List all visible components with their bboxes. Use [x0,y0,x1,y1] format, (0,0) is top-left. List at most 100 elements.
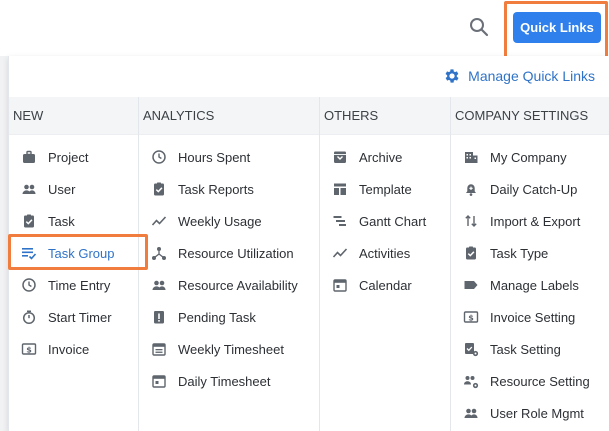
quick-link-daily-timesheet[interactable]: Daily Timesheet [139,365,319,397]
quick-link-daily-catch-up[interactable]: Daily Catch-Up [451,173,609,205]
quick-link-invoice[interactable]: $ Invoice [9,333,138,365]
quick-link-template[interactable]: Template [320,173,450,205]
quick-link-time-entry[interactable]: Time Entry [9,269,138,301]
column-title: NEW [9,97,138,135]
manage-quick-links-label: Manage Quick Links [468,68,595,84]
quick-link-label: Task Reports [178,181,254,197]
column-others: OTHERS Archive Template Gantt Chart Activit… [320,97,451,431]
quick-link-import-export[interactable]: Import & Export [451,205,609,237]
quick-link-label: Task [48,213,75,229]
list-check-icon [21,245,37,261]
quick-link-resource-utilization[interactable]: Resource Utilization [139,237,319,269]
quick-link-invoice-setting[interactable]: $ Invoice Setting [451,301,609,333]
quick-link-label: Gantt Chart [359,213,427,229]
quick-link-user[interactable]: User [9,173,138,205]
quick-link-my-company[interactable]: My Company [451,141,609,173]
quick-link-label: Invoice [48,341,90,357]
top-bar: Quick Links [0,0,609,62]
quick-link-start-timer[interactable]: Start Timer [9,301,138,333]
archive-icon [332,149,348,165]
alert-clipboard-icon [151,309,167,325]
quick-link-label: Activities [359,245,411,261]
quick-link-calendar[interactable]: Calendar [320,269,450,301]
column-title: COMPANY SETTINGS [451,97,609,135]
building-icon [463,149,479,165]
quick-link-task[interactable]: Task [9,205,138,237]
quick-link-resource-availability[interactable]: Resource Availability [139,269,319,301]
quick-link-task-group[interactable]: Task Group [8,234,148,270]
quick-link-task-reports[interactable]: Task Reports [139,173,319,205]
clock-icon [151,149,167,165]
quick-link-label: User Role Mgmt [490,405,584,421]
briefcase-icon [21,149,37,165]
quick-link-label: Pending Task [178,309,256,325]
quick-link-label: Daily Catch-Up [490,181,578,197]
stopwatch-icon [21,309,37,325]
quick-link-label: Hours Spent [178,149,251,165]
quick-link-label: Resource Setting [490,373,590,389]
quick-link-label: Calendar [359,277,412,293]
users-gear-icon [463,373,479,389]
gear-icon [443,67,461,85]
quick-link-label: Project [48,149,89,165]
quick-link-task-setting[interactable]: Task Setting [451,333,609,365]
quick-link-label: Task Type [490,245,549,261]
users-icon [463,405,479,421]
quick-link-user-role-mgmt[interactable]: User Role Mgmt [451,397,609,429]
quick-link-label: Resource Availability [178,277,298,293]
quick-link-task-type[interactable]: Task Type [451,237,609,269]
quick-link-archive[interactable]: Archive [320,141,450,173]
search-icon[interactable] [468,16,490,38]
quick-links-panel: Manage Quick Links NEW Project User Task Ta… [8,56,609,431]
users-icon [21,181,37,197]
column-title: OTHERS [320,97,450,135]
quick-link-label: Manage Labels [490,277,579,293]
quick-link-label: Invoice Setting [490,309,576,325]
quick-link-activities[interactable]: Activities [320,237,450,269]
quick-link-weekly-usage[interactable]: Weekly Usage [139,205,319,237]
quick-link-label: My Company [490,149,567,165]
gantt-icon [332,213,348,229]
quick-link-label: Import & Export [490,213,581,229]
trend-line-icon [151,213,167,229]
quick-link-project[interactable]: Project [9,141,138,173]
clipboard-check-icon [21,213,37,229]
quick-link-label: Weekly Timesheet [178,341,284,357]
quick-link-label: Weekly Usage [178,213,262,229]
label-icon [463,277,479,293]
invoice-dollar-icon: $ [21,341,37,357]
manage-quick-links-link[interactable]: Manage Quick Links [443,67,595,85]
swap-vertical-icon [463,213,479,229]
quick-link-label: Daily Timesheet [178,373,271,389]
column-title: ANALYTICS [139,97,319,135]
invoice-dollar-icon: $ [463,309,479,325]
column-company-settings: COMPANY SETTINGS My Company Daily Catch-U… [451,97,609,431]
quick-link-manage-labels[interactable]: Manage Labels [451,269,609,301]
trend-line-icon [332,245,348,261]
link-columns: NEW Project User Task Task Group Time Entry S… [8,97,609,431]
quick-links-button[interactable]: Quick Links [513,12,601,43]
clipboard-check-icon [151,181,167,197]
column-analytics: ANALYTICS Hours Spent Task Reports Weekly … [139,97,320,431]
quick-link-resource-setting[interactable]: Resource Setting [451,365,609,397]
column-new: NEW Project User Task Task Group Time Entry S… [8,97,148,431]
svg-text:$: $ [26,346,32,355]
quick-link-hours-spent[interactable]: Hours Spent [139,141,319,173]
quick-link-label: Time Entry [48,277,111,293]
quick-link-pending-task[interactable]: Pending Task [139,301,319,333]
quick-link-weekly-timesheet[interactable]: Weekly Timesheet [139,333,319,365]
bell-plus-icon [463,181,479,197]
users-icon [151,277,167,293]
calendar-day-icon [151,373,167,389]
clipboard-check-icon [463,245,479,261]
calendar-list-icon [151,341,167,357]
network-icon [151,245,167,261]
quick-link-gantt-chart[interactable]: Gantt Chart [320,205,450,237]
quick-link-label: Archive [359,149,403,165]
clipboard-gear-icon [463,341,479,357]
quick-link-label: User [48,181,76,197]
clock-icon [21,277,37,293]
svg-text:$: $ [468,314,474,323]
calendar-day-icon [332,277,348,293]
quick-link-label: Resource Utilization [178,245,294,261]
